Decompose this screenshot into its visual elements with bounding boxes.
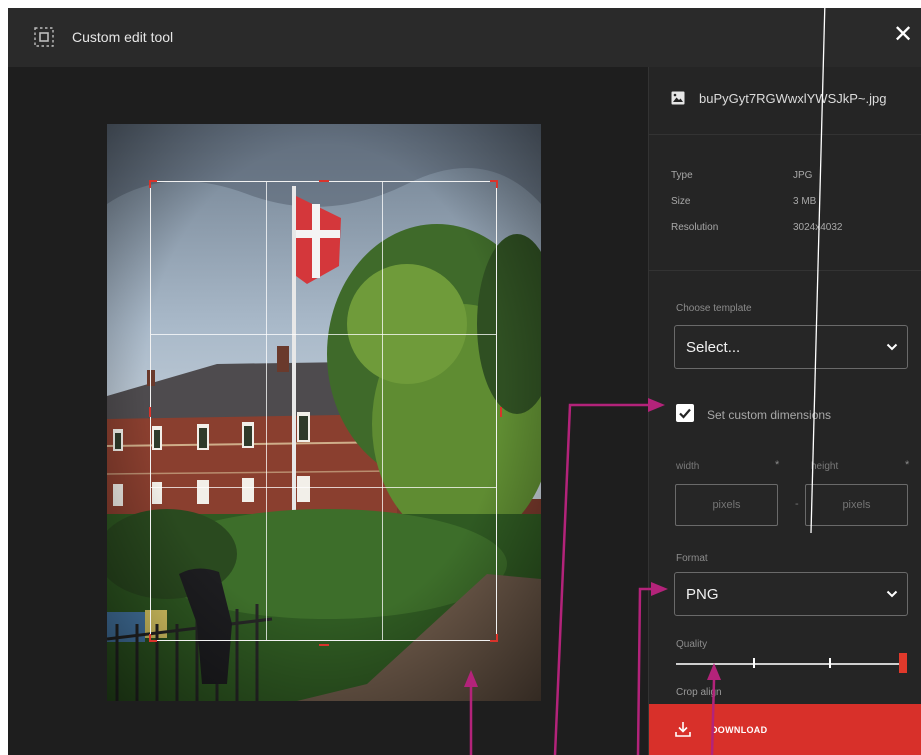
- height-required-mark: *: [905, 459, 910, 471]
- crop-handle-right[interactable]: [494, 407, 502, 417]
- crop-select-icon: [34, 27, 54, 47]
- slider-tick: [829, 658, 831, 668]
- width-input[interactable]: [675, 484, 778, 526]
- crop-align-label: Crop align: [676, 687, 722, 698]
- settings-sidebar: buPyGyt7RGWwxlYWSJkP~.jpg Type JPG Size …: [648, 67, 921, 755]
- crop-handle-top-left[interactable]: [149, 180, 157, 188]
- close-button[interactable]: ✕: [888, 20, 918, 50]
- meta-key: Size: [671, 196, 691, 207]
- crop-handle-top[interactable]: [319, 180, 329, 188]
- file-metadata: Type JPG Size 3 MB Resolution 3024x4032: [649, 135, 921, 271]
- custom-dimensions-label: Set custom dimensions: [707, 408, 832, 422]
- crop-grid-line: [266, 182, 267, 640]
- format-label: Format: [676, 553, 708, 564]
- template-label: Choose template: [676, 303, 752, 314]
- crop-frame[interactable]: [149, 180, 502, 646]
- custom-dimensions-checkbox[interactable]: [676, 404, 694, 422]
- file-header: buPyGyt7RGWwxlYWSJkP~.jpg: [649, 67, 921, 135]
- chevron-down-icon: [886, 343, 898, 351]
- meta-value: 3024x4032: [793, 222, 843, 233]
- image-file-icon: [671, 91, 685, 105]
- slider-tick: [753, 658, 755, 668]
- crop-grid-line: [151, 334, 496, 335]
- width-required-mark: *: [775, 459, 780, 471]
- download-button[interactable]: DOWNLOAD: [649, 704, 921, 755]
- meta-value: 3 MB: [793, 196, 817, 207]
- format-select-value: PNG: [686, 586, 719, 603]
- meta-key: Type: [671, 170, 693, 181]
- image-canvas: [8, 67, 648, 755]
- height-label: height: [811, 461, 839, 472]
- crop-handle-bottom[interactable]: [319, 638, 329, 646]
- crop-grid-line: [382, 182, 383, 640]
- checkmark-icon: [679, 408, 691, 419]
- meta-value: JPG: [793, 170, 813, 181]
- window-title: Custom edit tool: [72, 29, 174, 45]
- quality-label: Quality: [676, 639, 708, 650]
- chevron-down-icon: [886, 590, 898, 598]
- template-select[interactable]: Select...: [674, 325, 908, 369]
- template-select-value: Select...: [686, 339, 741, 356]
- format-select[interactable]: PNG: [674, 572, 908, 616]
- crop-handle-bottom-right[interactable]: [490, 634, 498, 642]
- quality-slider-thumb[interactable]: [899, 653, 907, 673]
- photo-preview[interactable]: [107, 124, 541, 701]
- crop-handle-left[interactable]: [149, 407, 157, 417]
- height-input[interactable]: [805, 484, 908, 526]
- download-label: DOWNLOAD: [711, 725, 768, 735]
- meta-key: Resolution: [671, 222, 719, 233]
- crop-grid-line: [151, 487, 496, 488]
- download-icon: [675, 722, 691, 737]
- title-bar: Custom edit tool ✕: [8, 8, 921, 67]
- crop-handle-top-right[interactable]: [490, 180, 498, 188]
- close-icon: ✕: [892, 21, 914, 48]
- edit-tool-window: Custom edit tool ✕ buPyGyt7RGWwxlYWSJkP~…: [8, 8, 921, 755]
- quality-slider[interactable]: [676, 663, 906, 665]
- file-name: buPyGyt7RGWwxlYWSJkP~.jpg: [699, 91, 887, 106]
- crop-handle-bottom-left[interactable]: [149, 634, 157, 642]
- dimension-separator: -: [795, 498, 799, 510]
- width-label: width: [676, 461, 700, 472]
